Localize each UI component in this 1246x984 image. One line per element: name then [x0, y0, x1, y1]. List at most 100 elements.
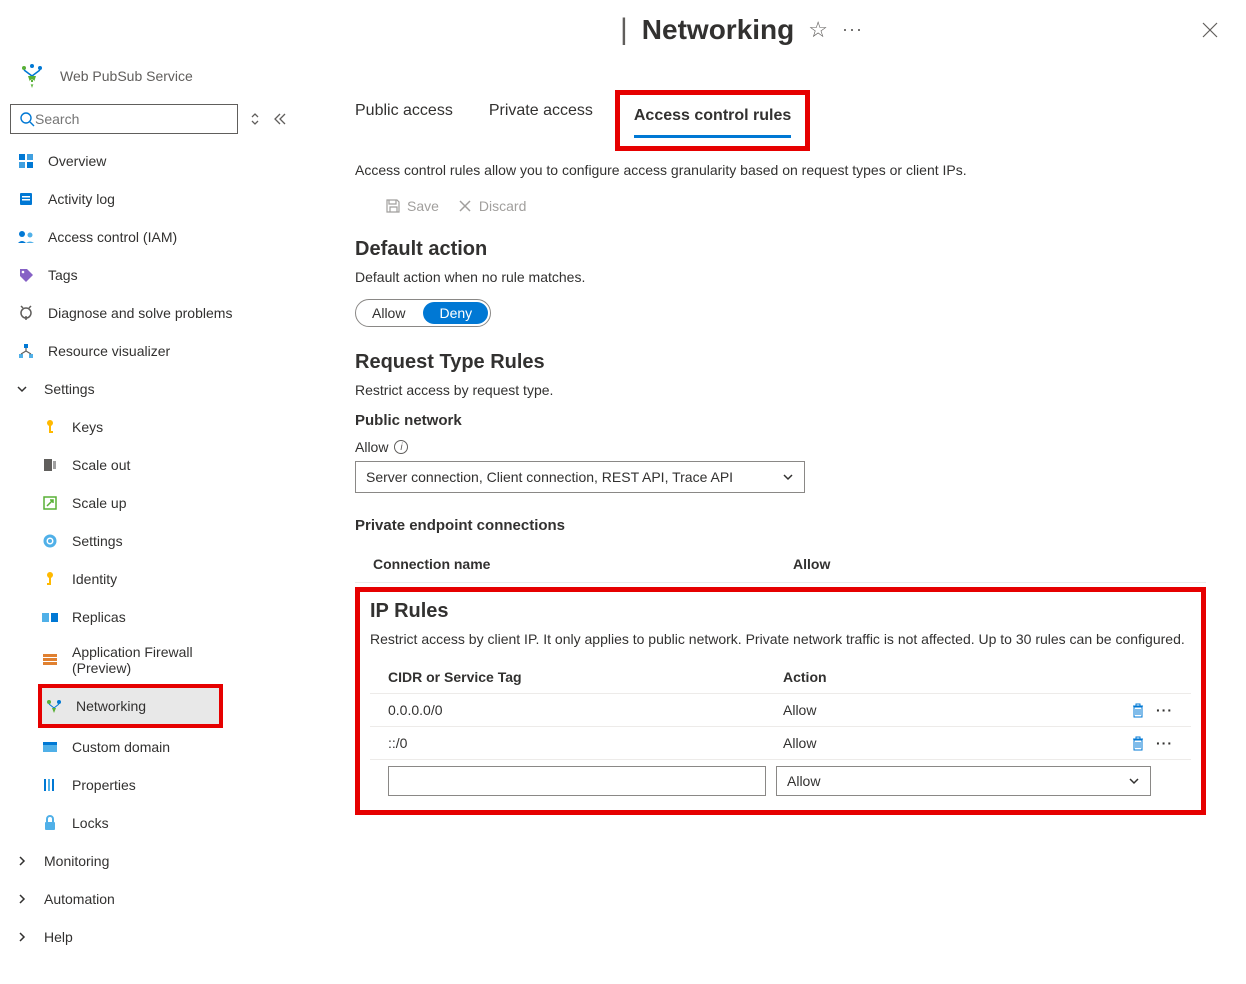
chevron-down-icon	[1128, 775, 1140, 787]
discard-button[interactable]: Discard	[457, 198, 526, 214]
page-title: Networking	[642, 14, 794, 46]
allow-select[interactable]: Server connection, Client connection, RE…	[355, 461, 805, 493]
action-select[interactable]: Allow	[776, 766, 1151, 796]
title-separator: |	[620, 13, 628, 47]
private-endpoint-heading: Private endpoint connections	[355, 517, 1206, 534]
scale-out-icon	[40, 457, 60, 473]
more-commands-icon[interactable]: ···	[842, 19, 863, 40]
tags-icon	[16, 267, 36, 283]
diagnose-icon	[16, 305, 36, 321]
tab-public-access[interactable]: Public access	[355, 102, 453, 143]
tab-access-control-rules[interactable]: Access control rules	[634, 107, 791, 138]
row-more-icon[interactable]: ···	[1156, 702, 1173, 718]
sidebar-item-overview[interactable]: Overview	[10, 142, 315, 180]
tab-description: Access control rules allow you to config…	[355, 162, 1206, 178]
sidebar-group-automation[interactable]: Automation	[10, 880, 315, 918]
sidebar-item-settings[interactable]: Settings	[10, 522, 315, 560]
properties-icon	[40, 777, 60, 793]
discard-icon	[457, 198, 473, 214]
page-header: | Networking ☆ ···	[0, 0, 1246, 60]
sidebar-item-iam[interactable]: Access control (IAM)	[10, 218, 315, 256]
service-name: Web PubSub Service	[60, 68, 193, 84]
delete-icon[interactable]	[1130, 702, 1146, 718]
replicas-icon	[40, 610, 60, 624]
sidebar-item-properties[interactable]: Properties	[10, 766, 315, 804]
sidebar-item-resource-visualizer[interactable]: Resource visualizer	[10, 332, 315, 370]
allow-label: Allow	[355, 439, 388, 455]
activity-log-icon	[16, 191, 36, 207]
chevron-right-icon	[16, 893, 32, 905]
collapse-sidebar-icon[interactable]	[272, 112, 286, 126]
action-value: Allow	[783, 735, 1130, 751]
pe-table-header: Connection name Allow	[355, 544, 1206, 583]
sidebar-group-help[interactable]: Help	[10, 918, 315, 956]
ip-rules-desc: Restrict access by client IP. It only ap…	[370, 631, 1191, 647]
highlight-acl-tab: Access control rules	[615, 90, 810, 151]
chevron-down-icon	[782, 471, 794, 483]
save-button[interactable]: Save	[385, 198, 439, 214]
close-icon[interactable]	[1194, 14, 1226, 46]
sidebar-item-diagnose[interactable]: Diagnose and solve problems	[10, 294, 315, 332]
sidebar-item-activity-log[interactable]: Activity log	[10, 180, 315, 218]
highlight-ip-rules: IP Rules Restrict access by client IP. I…	[355, 587, 1206, 815]
col-allow: Allow	[793, 556, 1188, 572]
sidebar-item-scale-up[interactable]: Scale up	[10, 484, 315, 522]
delete-icon[interactable]	[1130, 735, 1146, 751]
col-action: Action	[783, 669, 1173, 685]
chevron-right-icon	[16, 931, 32, 943]
overview-icon	[16, 153, 36, 169]
request-type-desc: Restrict access by request type.	[355, 382, 1206, 398]
sidebar-group-monitoring[interactable]: Monitoring	[10, 842, 315, 880]
sidebar-item-scale-out[interactable]: Scale out	[10, 446, 315, 484]
tab-private-access[interactable]: Private access	[489, 102, 593, 143]
keys-icon	[40, 419, 60, 435]
scale-up-icon	[40, 495, 60, 511]
sidebar-search[interactable]	[10, 104, 238, 134]
ip-rules-heading: IP Rules	[370, 600, 1191, 623]
resource-visualizer-icon	[16, 343, 36, 359]
ip-rule-row: ::/0 Allow ···	[370, 727, 1191, 760]
sidebar-item-replicas[interactable]: Replicas	[10, 598, 315, 636]
sidebar-item-tags[interactable]: Tags	[10, 256, 315, 294]
sidebar-item-keys[interactable]: Keys	[10, 408, 315, 446]
default-action-toggle: Allow Deny	[355, 299, 491, 327]
cidr-value: ::/0	[388, 735, 783, 751]
sidebar-item-identity[interactable]: Identity	[10, 560, 315, 598]
iam-icon	[16, 229, 36, 245]
expand-collapse-icon[interactable]	[250, 111, 260, 127]
firewall-icon	[40, 653, 60, 667]
save-icon	[385, 198, 401, 214]
main-content: Public access Private access Access cont…	[315, 60, 1246, 984]
col-connection-name: Connection name	[373, 556, 793, 572]
ip-rule-row: 0.0.0.0/0 Allow ···	[370, 694, 1191, 727]
favorite-star-icon[interactable]: ☆	[808, 17, 828, 43]
ip-new-rule-row: Allow	[370, 760, 1191, 796]
networking-icon	[44, 698, 64, 714]
request-type-heading: Request Type Rules	[355, 351, 1206, 374]
search-input[interactable]	[35, 111, 229, 127]
highlight-networking: Networking	[38, 684, 223, 728]
chevron-right-icon	[16, 855, 32, 867]
toggle-allow[interactable]: Allow	[356, 300, 421, 326]
public-network-heading: Public network	[355, 412, 1206, 429]
pubsub-service-icon	[16, 60, 48, 92]
cidr-value: 0.0.0.0/0	[388, 702, 783, 718]
default-action-desc: Default action when no rule matches.	[355, 269, 1206, 285]
sidebar-item-custom-domain[interactable]: Custom domain	[10, 728, 315, 766]
cidr-input[interactable]	[388, 766, 766, 796]
allow-select-value: Server connection, Client connection, RE…	[366, 469, 733, 485]
default-action-heading: Default action	[355, 238, 1206, 261]
action-value: Allow	[783, 702, 1130, 718]
col-cidr: CIDR or Service Tag	[388, 669, 783, 685]
identity-icon	[40, 571, 60, 587]
info-icon[interactable]: i	[394, 440, 408, 454]
sidebar: Web PubSub Service Overview	[0, 60, 315, 984]
row-more-icon[interactable]: ···	[1156, 735, 1173, 751]
sidebar-item-networking[interactable]: Networking	[42, 688, 219, 724]
sidebar-item-locks[interactable]: Locks	[10, 804, 315, 842]
toggle-deny[interactable]: Deny	[423, 302, 488, 324]
ip-table-header: CIDR or Service Tag Action	[370, 661, 1191, 694]
sidebar-group-settings[interactable]: Settings	[10, 370, 315, 408]
sidebar-item-app-firewall[interactable]: Application Firewall (Preview)	[10, 636, 315, 684]
gear-icon	[40, 533, 60, 549]
